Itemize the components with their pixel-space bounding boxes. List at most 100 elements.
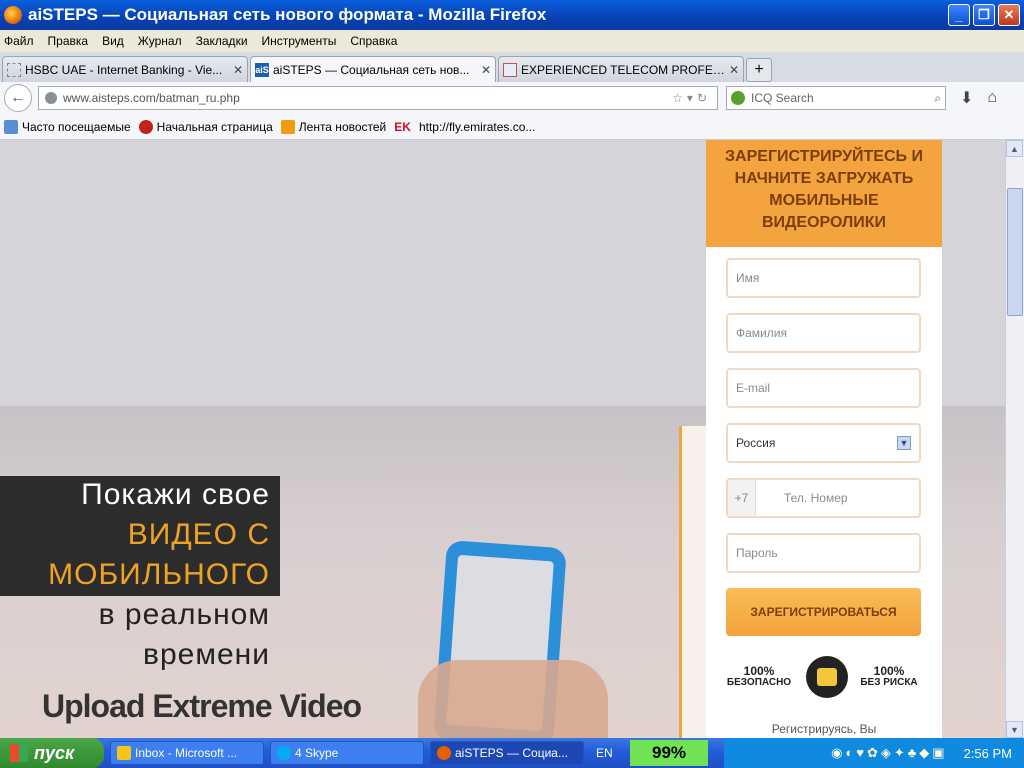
tab-close-icon[interactable]: ✕ (233, 63, 243, 77)
headline-line-3: МОБИЛЬНОГО (48, 558, 270, 591)
menu-edit[interactable]: Правка (48, 34, 89, 48)
tab-telecom[interactable]: EXPERIENCED TELECOM PROFESS... ✕ (498, 56, 744, 82)
task-label: aiSTEPS — Социа... (455, 746, 568, 760)
new-tab-button[interactable]: + (746, 58, 772, 82)
last-name-placeholder: Фамилия (736, 326, 787, 340)
headline-line-4: в реальном (98, 598, 270, 631)
restore-button[interactable]: ❐ (973, 4, 995, 26)
bookmark-emirates[interactable]: EK http://fly.emirates.co... (394, 120, 535, 134)
globe-icon (45, 92, 57, 104)
start-label: пуск (34, 742, 75, 763)
menu-file[interactable]: Файл (4, 34, 34, 48)
tab-aisteps[interactable]: aiS aiSTEPS — Социальная сеть нов... ✕ (250, 56, 496, 82)
risk-percent: 100% (873, 664, 905, 678)
headline-line-1: Покажи свое (81, 478, 270, 511)
star-reload-icons[interactable]: ☆▾↻ (672, 91, 711, 105)
rss-icon (280, 119, 295, 134)
close-button[interactable]: ✕ (998, 4, 1020, 26)
page-content: Покажи свое ВИДЕО С МОБИЛЬНОГО в реально… (0, 140, 1005, 738)
menu-bar: Файл Правка Вид Журнал Закладки Инструме… (0, 30, 1024, 52)
clock: 2:56 PM (963, 745, 1012, 761)
firefox-icon (437, 746, 451, 760)
window-titlebar: aiSTEPS — Социальная сеть нового формата… (0, 0, 1024, 30)
taskbar-language[interactable]: EN (590, 741, 620, 765)
hand-image (418, 660, 608, 738)
register-button[interactable]: ЗАРЕГИСТРИРОВАТЬСЯ (726, 588, 921, 636)
password-field[interactable]: Пароль (726, 533, 921, 573)
icq-icon[interactable] (731, 91, 745, 105)
tab-close-icon[interactable]: ✕ (481, 63, 491, 77)
tab-label: aiSTEPS — Социальная сеть нов... (273, 62, 470, 77)
menu-bookmarks[interactable]: Закладки (196, 34, 248, 48)
minimize-button[interactable]: _ (948, 4, 970, 26)
headline-line-5: времени (143, 638, 270, 671)
search-placeholder[interactable]: ICQ Search (751, 91, 934, 105)
navigation-bar: ← www.aisteps.com/batman_ru.php ☆▾↻ ICQ … (0, 82, 1024, 114)
bookmark-start-page[interactable]: Начальная страница (138, 119, 273, 134)
window-title: aiSTEPS — Социальная сеть нового формата… (28, 5, 547, 24)
chevron-down-icon[interactable]: ▼ (897, 436, 911, 450)
search-icon[interactable]: ⌕ (934, 91, 941, 106)
tab-close-icon[interactable]: ✕ (729, 63, 739, 77)
task-label: 4 Skype (295, 746, 339, 760)
menu-help[interactable]: Справка (350, 34, 397, 48)
emirates-logo-icon: EK (394, 119, 411, 134)
email-field[interactable]: E-mail (726, 368, 921, 408)
phone-prefix: +7 (728, 480, 756, 516)
scroll-down-arrow-icon[interactable]: ▼ (1006, 721, 1023, 738)
safe-text: БЕЗОПАСНО (726, 677, 792, 688)
outlook-icon (117, 746, 131, 760)
background-form-preview (679, 426, 709, 738)
menu-history[interactable]: Журнал (138, 34, 182, 48)
tab-label: EXPERIENCED TELECOM PROFESS... (521, 62, 725, 77)
back-button[interactable]: ← (4, 84, 32, 112)
upload-video-text: Upload Extreme Video (42, 688, 362, 724)
guarantee-badge: 100% БЕЗОПАСНО 100% БЕЗ РИСКА (724, 656, 924, 698)
scroll-up-arrow-icon[interactable]: ▲ (1006, 140, 1023, 157)
taskbar-outlook[interactable]: Inbox - Microsoft ... (110, 741, 264, 765)
start-button[interactable]: пуск (0, 738, 104, 768)
headline-line-2: ВИДЕО С (127, 518, 270, 551)
fb-icon (503, 62, 517, 77)
risk-text: БЕЗ РИСКА (860, 677, 918, 688)
country-select[interactable]: Россия ▼ (726, 423, 921, 463)
task-label: Inbox - Microsoft ... (135, 746, 238, 760)
password-placeholder: Пароль (736, 546, 778, 560)
url-text[interactable]: www.aisteps.com/batman_ru.php (63, 91, 672, 105)
phone-field[interactable]: +7 Тел. Номер (726, 478, 921, 518)
bookmark-label: Лента новостей (298, 119, 387, 134)
bookmark-folder-icon (4, 119, 18, 134)
lock-icon (806, 656, 848, 698)
phone-placeholder: Тел. Номер (784, 491, 848, 505)
skype-icon (277, 746, 291, 760)
tray-icons[interactable]: ◉◐♥✿◈✦♣◆▣ (831, 745, 948, 761)
taskbar-skype[interactable]: 4 Skype (270, 741, 424, 765)
menu-tools[interactable]: Инструменты (262, 34, 337, 48)
search-bar[interactable]: ICQ Search ⌕ (726, 86, 946, 110)
last-name-field[interactable]: Фамилия (726, 313, 921, 353)
windows-logo-icon (10, 744, 28, 762)
bookmark-label: Начальная страница (156, 119, 273, 134)
first-name-field[interactable]: Имя (726, 258, 921, 298)
first-name-placeholder: Имя (736, 271, 760, 285)
aisteps-icon: aiS (255, 62, 269, 77)
bookmarks-toolbar: Часто посещаемые Начальная страница Лент… (0, 114, 1024, 140)
battery-meter: 99% (630, 740, 708, 766)
registration-heading: ЗАРЕГИСТРИРУЙТЕСЬ И НАЧНИТЕ ЗАГРУЖАТЬ МО… (706, 140, 942, 247)
vertical-scrollbar[interactable]: ▲ ▼ (1005, 140, 1024, 738)
red-bird-icon (138, 119, 153, 134)
url-bar[interactable]: www.aisteps.com/batman_ru.php ☆▾↻ (38, 86, 718, 110)
tab-label: HSBC UAE - Internet Banking - Vie... (25, 62, 223, 77)
home-icon[interactable]: ⌂ (987, 89, 997, 107)
taskbar-firefox[interactable]: aiSTEPS — Социа... (430, 741, 584, 765)
risk-label: 100% БЕЗ РИСКА (854, 664, 924, 688)
tab-bar: HSBC UAE - Internet Banking - Vie... ✕ a… (0, 52, 1024, 82)
blank-page-icon (7, 62, 21, 77)
bookmark-news-feed[interactable]: Лента новостей (280, 119, 387, 134)
bookmark-most-visited[interactable]: Часто посещаемые (4, 119, 131, 134)
download-icon[interactable]: ⬇ (960, 88, 973, 108)
registration-footnote: Регистрируясь, Вы (771, 722, 877, 736)
scroll-thumb[interactable] (1007, 188, 1023, 316)
tab-hsbc[interactable]: HSBC UAE - Internet Banking - Vie... ✕ (2, 56, 248, 82)
menu-view[interactable]: Вид (102, 34, 124, 48)
